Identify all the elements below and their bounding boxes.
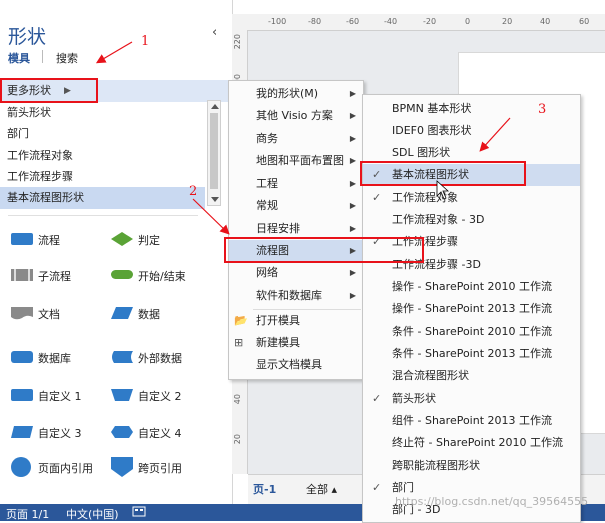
annotation-arrow-2 (192, 198, 230, 235)
watermark: https://blog.csdn.net/qq_39564555 (395, 495, 589, 508)
annotation-arrow-1 (95, 41, 133, 64)
mouse-cursor-icon (436, 180, 450, 200)
annotation-arrow-3 (479, 117, 511, 152)
annotation-arrows (95, 41, 511, 235)
